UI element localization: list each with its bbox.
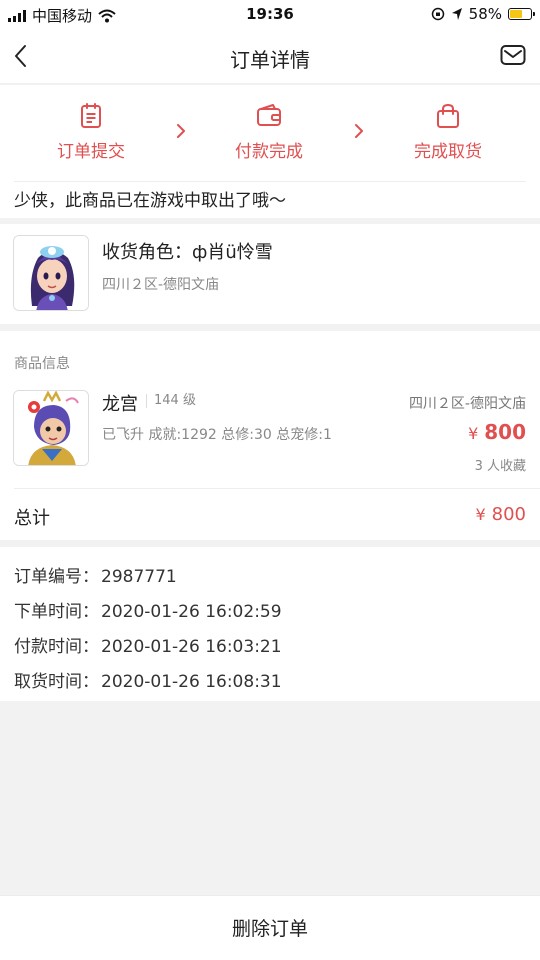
chevron-right-icon (177, 124, 185, 138)
order-progress: 订单提交 付款完成 完成取货 少侠，此商品已在游戏中取出了哦～ (0, 85, 540, 218)
nav-bar: 订单详情 (0, 30, 540, 84)
goods-favorites: 3 人收藏 (474, 459, 526, 474)
page-title: 订单详情 (230, 48, 310, 72)
total-label: 总计 (14, 508, 50, 529)
progress-steps: 订单提交 付款完成 完成取货 (0, 103, 540, 173)
info-value: 2020-01-26 16:02:59 (101, 602, 282, 622)
battery-fill (510, 10, 522, 18)
step-payment-complete: 付款完成 (204, 103, 334, 162)
info-key: 下单时间： (14, 602, 99, 622)
location-icon (451, 8, 462, 20)
step-order-submitted: 订单提交 (26, 103, 156, 162)
step-pickup-complete: 完成取货 (383, 103, 513, 162)
info-value: 2020-01-26 16:08:31 (101, 672, 282, 692)
goods-avatar-image (14, 391, 88, 465)
goods-server: 四川２区-德阳文庙 (408, 396, 526, 412)
divider (14, 181, 526, 182)
wallet-icon (257, 104, 281, 126)
pickup-time-row: 取货时间： 2020-01-26 16:08:31 (14, 667, 282, 692)
info-key: 取货时间： (14, 672, 99, 692)
goods-info-card: 商品信息 龙宫 144 级 四川２区-德阳文庙 已飞升 成就:1292 总修:3… (0, 331, 540, 540)
role-server: 四川２区-德阳文庙 (102, 277, 220, 293)
chevron-right-icon (355, 124, 363, 138)
shopping-bag-icon (437, 103, 459, 128)
goods-stats: 已飞升 成就:1292 总修:30 总宠修:1 (102, 427, 332, 443)
currency-symbol: ¥ (468, 424, 479, 443)
status-bar: 中国移动 19:36 58% (0, 0, 540, 30)
mail-icon[interactable] (500, 44, 526, 66)
goods-price: ¥800 (468, 420, 526, 444)
step-label: 完成取货 (414, 142, 482, 162)
goods-avatar[interactable] (13, 390, 89, 466)
delete-order-button[interactable]: 删除订单 (0, 914, 540, 941)
payment-time-row: 付款时间： 2020-01-26 16:03:21 (14, 632, 282, 657)
info-key: 付款时间： (14, 637, 99, 657)
info-value: 2987771 (101, 567, 177, 587)
currency-symbol: ¥ (475, 505, 486, 524)
goods-price-value: 800 (484, 420, 526, 444)
battery-icon (508, 8, 535, 20)
total-amount: 800 (491, 504, 526, 525)
role-avatar (13, 235, 89, 311)
info-value: 2020-01-26 16:03:21 (101, 637, 282, 657)
goods-level: 144 级 (146, 394, 196, 408)
divider (14, 488, 540, 489)
role-avatar-image (14, 236, 88, 310)
step-label: 订单提交 (57, 142, 125, 162)
receiving-role-card[interactable]: 收货角色：ф肖ü怜雪 四川２区-德阳文庙 (0, 224, 540, 324)
battery-percent: 58% (468, 5, 502, 23)
total-value: ¥800 (475, 504, 526, 525)
order-time-row: 下单时间： 2020-01-26 16:02:59 (14, 597, 282, 622)
order-info-card: 订单编号： 2987771 下单时间： 2020-01-26 16:02:59 付款… (0, 547, 540, 701)
status-right: 58% (431, 5, 535, 23)
clipboard-icon (81, 103, 101, 128)
order-number-row: 订单编号： 2987771 (14, 562, 177, 587)
info-key: 订单编号： (14, 567, 99, 587)
role-title: 收货角色：ф肖ü怜雪 (102, 242, 273, 263)
step-label: 付款完成 (235, 142, 303, 162)
goods-name: 龙宫 (102, 394, 138, 415)
pickup-notice: 少侠，此商品已在游戏中取出了哦～ (14, 191, 286, 211)
section-title: 商品信息 (14, 356, 70, 372)
bottom-bar: 删除订单 (0, 895, 540, 960)
rotation-lock-icon (431, 7, 444, 21)
